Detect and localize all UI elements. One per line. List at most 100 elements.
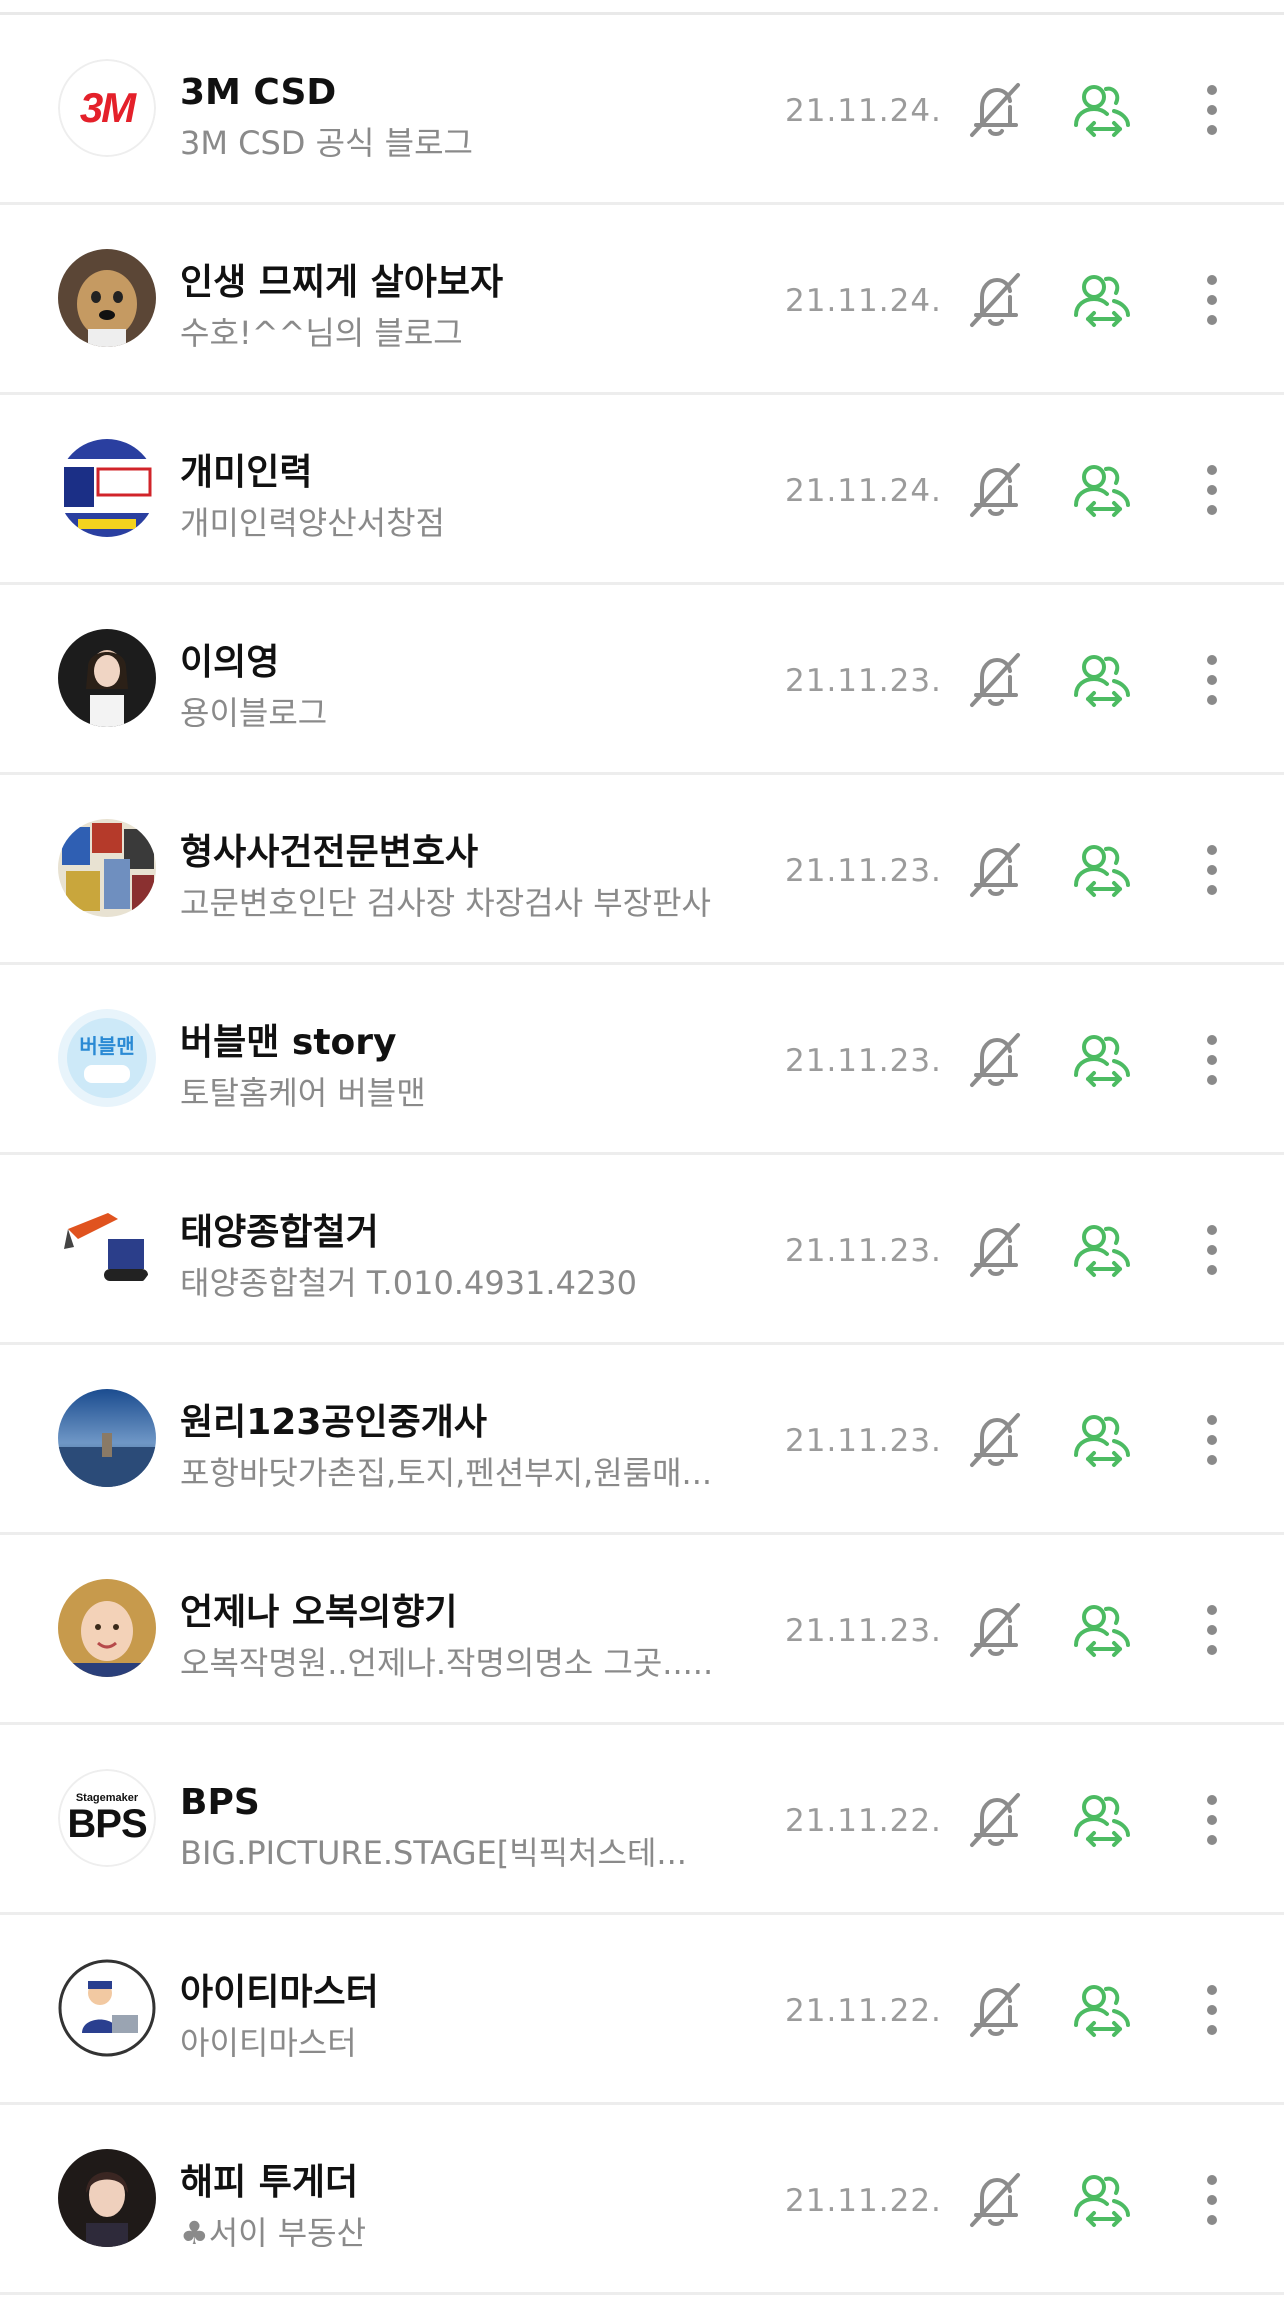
item-texts: 개미인력 개미인력양산서창점 bbox=[180, 450, 750, 544]
item-texts: 아이티마스터 아이티마스터 bbox=[180, 1970, 750, 2064]
item-texts: 언제나 오복의향기 오복작명원..언제나.작명의명소 그곳..... bbox=[180, 1590, 750, 1684]
avatar[interactable] bbox=[58, 1199, 156, 1297]
item-texts: 태양종합철거 태양종합철거 T.010.4931.4230 bbox=[180, 1210, 750, 1304]
mutual-neighbor-icon[interactable] bbox=[1070, 1597, 1136, 1663]
mutual-neighbor-icon[interactable] bbox=[1070, 457, 1136, 523]
date-label: 21.11.23. bbox=[785, 1613, 942, 1649]
notification-off-icon[interactable] bbox=[962, 647, 1028, 713]
date-label: 21.11.23. bbox=[785, 1423, 942, 1459]
item-texts: 3M CSD 3M CSD 공식 블로그 bbox=[180, 70, 750, 164]
avatar[interactable] bbox=[58, 629, 156, 727]
notification-off-icon[interactable] bbox=[962, 1597, 1028, 1663]
more-options-icon[interactable] bbox=[1186, 1597, 1238, 1663]
avatar[interactable] bbox=[58, 249, 156, 347]
list-item[interactable]: 원리123공인중개사 포항바닷가촌집,토지,펜션부지,원룸매... 21.11.… bbox=[0, 1345, 1284, 1535]
avatar[interactable] bbox=[58, 819, 156, 917]
list-item[interactable]: 태양종합철거 태양종합철거 T.010.4931.4230 21.11.23. bbox=[0, 1155, 1284, 1345]
avatar[interactable]: 3M bbox=[58, 59, 156, 157]
blog-subtitle: 아이티마스터 bbox=[180, 2024, 357, 2062]
blog-subtitle: 수호!^^님의 블로그 bbox=[180, 314, 463, 352]
avatar[interactable] bbox=[58, 1579, 156, 1677]
more-options-icon[interactable] bbox=[1186, 647, 1238, 713]
blog-subtitle: 토탈홈케어 버블맨 bbox=[180, 1074, 426, 1112]
list-item[interactable]: 이의영 용이블로그 21.11.23. bbox=[0, 585, 1284, 775]
date-label: 21.11.24. bbox=[785, 93, 942, 129]
mutual-neighbor-icon[interactable] bbox=[1070, 267, 1136, 333]
date-label: 21.11.24. bbox=[785, 473, 942, 509]
date-label: 21.11.22. bbox=[785, 2183, 942, 2219]
blog-subtitle: 태양종합철거 T.010.4931.4230 bbox=[180, 1264, 638, 1302]
mutual-neighbor-icon[interactable] bbox=[1070, 1217, 1136, 1283]
avatar[interactable] bbox=[58, 1959, 156, 2057]
mutual-neighbor-icon[interactable] bbox=[1070, 1407, 1136, 1473]
notification-off-icon[interactable] bbox=[962, 1977, 1028, 2043]
neighbor-list: 3M 3M CSD 3M CSD 공식 블로그 21.11.24. 인생 므찌게… bbox=[0, 15, 1284, 2295]
blog-subtitle: BIG.PICTURE.STAGE[빅픽처스테... bbox=[180, 1834, 687, 1872]
blog-title[interactable]: 이의영 bbox=[180, 640, 750, 686]
more-options-icon[interactable] bbox=[1186, 1217, 1238, 1283]
more-options-icon[interactable] bbox=[1186, 1977, 1238, 2043]
mutual-neighbor-icon[interactable] bbox=[1070, 77, 1136, 143]
list-item[interactable]: Stagemaker BPS BPS BIG.PICTURE.STAGE[빅픽처스… bbox=[0, 1725, 1284, 1915]
list-item[interactable]: 해피 투게더 ♣서이 부동산 21.11.22. bbox=[0, 2105, 1284, 2295]
notification-off-icon[interactable] bbox=[962, 837, 1028, 903]
more-options-icon[interactable] bbox=[1186, 1027, 1238, 1093]
list-item[interactable]: 언제나 오복의향기 오복작명원..언제나.작명의명소 그곳..... 21.11… bbox=[0, 1535, 1284, 1725]
blog-title[interactable]: 3M CSD bbox=[180, 70, 750, 116]
blog-title[interactable]: 해피 투게더 bbox=[180, 2160, 750, 2206]
date-label: 21.11.22. bbox=[785, 1993, 942, 2029]
mutual-neighbor-icon[interactable] bbox=[1070, 647, 1136, 713]
date-label: 21.11.23. bbox=[785, 1043, 942, 1079]
date-label: 21.11.23. bbox=[785, 1233, 942, 1269]
notification-off-icon[interactable] bbox=[962, 457, 1028, 523]
mutual-neighbor-icon[interactable] bbox=[1070, 2167, 1136, 2233]
blog-subtitle: 3M CSD 공식 블로그 bbox=[180, 124, 473, 162]
more-options-icon[interactable] bbox=[1186, 267, 1238, 333]
blog-title[interactable]: 원리123공인중개사 bbox=[180, 1400, 750, 1446]
avatar[interactable]: 버블맨 bbox=[58, 1009, 156, 1107]
item-texts: 버블맨 story 토탈홈케어 버블맨 bbox=[180, 1020, 750, 1114]
more-options-icon[interactable] bbox=[1186, 1407, 1238, 1473]
blog-title[interactable]: BPS bbox=[180, 1780, 750, 1826]
notification-off-icon[interactable] bbox=[962, 1407, 1028, 1473]
blog-subtitle: ♣서이 부동산 bbox=[180, 2214, 367, 2252]
avatar-logo-text: Stagemaker BPS bbox=[58, 1769, 156, 1867]
item-texts: 해피 투게더 ♣서이 부동산 bbox=[180, 2160, 750, 2254]
avatar[interactable]: Stagemaker BPS bbox=[58, 1769, 156, 1867]
item-texts: 이의영 용이블로그 bbox=[180, 640, 750, 734]
mutual-neighbor-icon[interactable] bbox=[1070, 1787, 1136, 1853]
mutual-neighbor-icon[interactable] bbox=[1070, 1027, 1136, 1093]
date-label: 21.11.22. bbox=[785, 1803, 942, 1839]
more-options-icon[interactable] bbox=[1186, 457, 1238, 523]
notification-off-icon[interactable] bbox=[962, 1027, 1028, 1093]
blog-title[interactable]: 아이티마스터 bbox=[180, 1970, 750, 2016]
notification-off-icon[interactable] bbox=[962, 77, 1028, 143]
blog-title[interactable]: 버블맨 story bbox=[180, 1020, 750, 1066]
date-label: 21.11.23. bbox=[785, 663, 942, 699]
blog-title[interactable]: 개미인력 bbox=[180, 450, 750, 496]
blog-title[interactable]: 형사사건전문변호사 bbox=[180, 830, 750, 876]
list-item[interactable]: 버블맨 버블맨 story 토탈홈케어 버블맨 21.11.23. bbox=[0, 965, 1284, 1155]
notification-off-icon[interactable] bbox=[962, 2167, 1028, 2233]
notification-off-icon[interactable] bbox=[962, 1217, 1028, 1283]
list-item[interactable]: 형사사건전문변호사 고문변호인단 검사장 차장검사 부장판사 21.11.23. bbox=[0, 775, 1284, 965]
blog-subtitle: 개미인력양산서창점 bbox=[180, 504, 445, 542]
list-item[interactable]: 인생 므찌게 살아보자 수호!^^님의 블로그 21.11.24. bbox=[0, 205, 1284, 395]
avatar[interactable] bbox=[58, 439, 156, 537]
list-item[interactable]: 개미인력 개미인력양산서창점 21.11.24. bbox=[0, 395, 1284, 585]
notification-off-icon[interactable] bbox=[962, 267, 1028, 333]
mutual-neighbor-icon[interactable] bbox=[1070, 837, 1136, 903]
list-item[interactable]: 3M 3M CSD 3M CSD 공식 블로그 21.11.24. bbox=[0, 15, 1284, 205]
more-options-icon[interactable] bbox=[1186, 837, 1238, 903]
list-item[interactable]: 아이티마스터 아이티마스터 21.11.22. bbox=[0, 1915, 1284, 2105]
more-options-icon[interactable] bbox=[1186, 77, 1238, 143]
avatar[interactable] bbox=[58, 2149, 156, 2247]
blog-title[interactable]: 언제나 오복의향기 bbox=[180, 1590, 750, 1636]
mutual-neighbor-icon[interactable] bbox=[1070, 1977, 1136, 2043]
more-options-icon[interactable] bbox=[1186, 2167, 1238, 2233]
blog-title[interactable]: 태양종합철거 bbox=[180, 1210, 750, 1256]
notification-off-icon[interactable] bbox=[962, 1787, 1028, 1853]
more-options-icon[interactable] bbox=[1186, 1787, 1238, 1853]
blog-title[interactable]: 인생 므찌게 살아보자 bbox=[180, 260, 750, 306]
avatar[interactable] bbox=[58, 1389, 156, 1487]
